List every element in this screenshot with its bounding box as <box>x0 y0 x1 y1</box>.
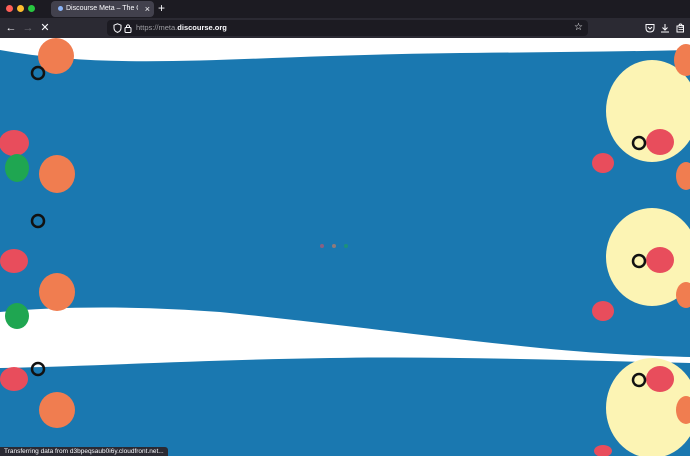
forward-arrow-icon[interactable]: → <box>20 20 36 36</box>
tab-close-icon[interactable]: × <box>145 3 150 15</box>
favicon-icon <box>58 6 63 11</box>
browser-titlebar: Discourse Meta – The Official D × + <box>0 0 690 18</box>
star-bookmark-icon[interactable]: ☆ <box>574 22 583 34</box>
maximize-window-button[interactable] <box>28 5 35 12</box>
loading-dot <box>320 244 324 248</box>
loading-splash <box>0 38 690 456</box>
browser-toolbar: ← → ✕ https://meta.discourse.org ☆ ≡ <box>0 18 690 38</box>
green-blob <box>5 303 29 329</box>
close-window-button[interactable] <box>6 5 13 12</box>
red-blob <box>646 366 674 392</box>
loading-dot <box>332 244 336 248</box>
orange-blob <box>39 155 75 193</box>
new-tab-button[interactable]: + <box>158 1 165 16</box>
red-blob <box>0 130 29 156</box>
orange-blob <box>39 392 75 428</box>
stop-loading-icon[interactable]: ✕ <box>37 20 53 36</box>
red-blob <box>592 153 614 173</box>
red-blob <box>0 249 28 273</box>
back-arrow-icon[interactable]: ← <box>3 20 19 36</box>
active-tab[interactable]: Discourse Meta – The Official D × <box>51 1 154 17</box>
orange-blob <box>39 273 75 311</box>
red-blob <box>0 367 28 391</box>
url-text[interactable]: https://meta.discourse.org <box>136 23 227 33</box>
address-bar[interactable]: https://meta.discourse.org ☆ <box>107 20 588 36</box>
pocket-icon[interactable] <box>645 23 655 33</box>
tab-title: Discourse Meta – The Official D <box>66 5 138 12</box>
red-blob <box>592 301 614 321</box>
menu-icon[interactable]: ≡ <box>678 20 684 36</box>
red-blob <box>646 129 674 155</box>
status-bar: Transferring data from d3bpeqsaub0i6y.cl… <box>0 447 168 456</box>
minimize-window-button[interactable] <box>17 5 24 12</box>
loading-dot <box>344 244 348 248</box>
downloads-icon[interactable] <box>660 23 670 33</box>
red-blob <box>646 247 674 273</box>
green-blob <box>5 154 29 182</box>
shield-icon[interactable] <box>113 23 122 33</box>
lock-icon[interactable] <box>124 23 132 33</box>
